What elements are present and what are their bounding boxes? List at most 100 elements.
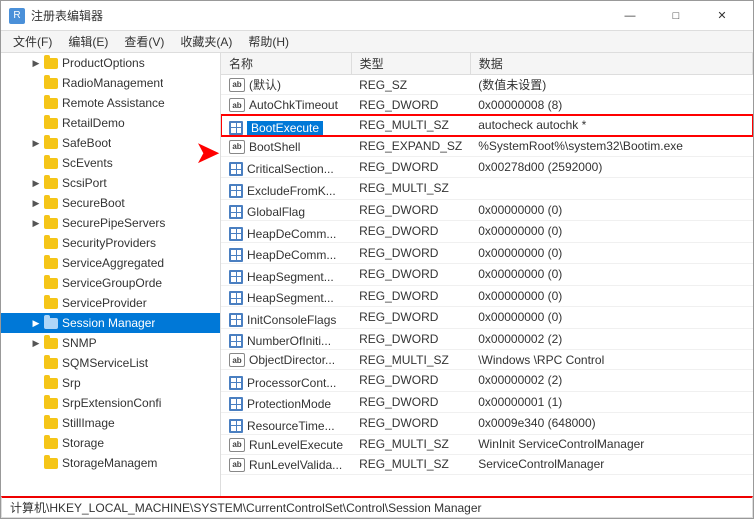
cell-type: REG_DWORD — [351, 199, 470, 221]
cell-type: REG_DWORD — [351, 95, 470, 115]
tree-item-11[interactable]: ServiceGroupOrde — [1, 273, 220, 293]
tree-arrow: ▶ — [29, 336, 43, 350]
table-row[interactable]: ExcludeFromK...REG_MULTI_SZ — [221, 178, 753, 200]
cell-type: REG_SZ — [351, 75, 470, 95]
grid-icon — [229, 121, 243, 135]
tree-item-label: SecureBoot — [62, 196, 125, 210]
maximize-button[interactable]: □ — [653, 1, 699, 31]
tree-item-label: ScEvents — [62, 156, 113, 170]
table-row[interactable]: HeapSegment...REG_DWORD0x00000000 (0) — [221, 264, 753, 286]
tree-item-13[interactable]: ▶Session Manager — [1, 313, 220, 333]
table-row[interactable]: GlobalFlagREG_DWORD0x00000000 (0) — [221, 199, 753, 221]
type-icon: GlobalFlag — [229, 205, 305, 219]
table-row[interactable]: BootExecuteREG_MULTI_SZautocheck autochk… — [221, 115, 753, 137]
tree-item-6[interactable]: ▶ScsiPort — [1, 173, 220, 193]
ab-icon: ab — [229, 98, 245, 112]
close-button[interactable]: ✕ — [699, 1, 745, 31]
menu-favorites[interactable]: 收藏夹(A) — [172, 31, 240, 52]
tree-item-12[interactable]: ServiceProvider — [1, 293, 220, 313]
grid-icon — [229, 334, 243, 348]
tree-item-16[interactable]: Srp — [1, 373, 220, 393]
table-row[interactable]: abBootShellREG_EXPAND_SZ%SystemRoot%\sys… — [221, 136, 753, 156]
tree-item-17[interactable]: SrpExtensionConfi — [1, 393, 220, 413]
tree-item-label: Srp — [62, 376, 81, 390]
tree-item-10[interactable]: ServiceAggregated — [1, 253, 220, 273]
grid-icon — [229, 227, 243, 241]
cell-data: 0x00278d00 (2592000) — [470, 156, 752, 178]
cell-name: HeapSegment... — [221, 264, 351, 286]
folder-icon — [43, 236, 59, 250]
cell-type: REG_MULTI_SZ — [351, 454, 470, 474]
tree-item-14[interactable]: ▶SNMP — [1, 333, 220, 353]
tree-arrow — [29, 276, 43, 290]
name-text: HeapDeComm... — [247, 248, 336, 262]
tree-item-4[interactable]: ▶SafeBoot — [1, 133, 220, 153]
tree-item-3[interactable]: RetailDemo — [1, 113, 220, 133]
cell-data: %SystemRoot%\system32\Bootim.exe — [470, 136, 752, 156]
menu-help[interactable]: 帮助(H) — [240, 31, 297, 52]
table-row[interactable]: ProtectionModeREG_DWORD0x00000001 (1) — [221, 391, 753, 413]
menu-edit[interactable]: 编辑(E) — [60, 31, 116, 52]
values-table: 名称 类型 数据 ab(默认)REG_SZ(数值未设置)abAutoChkTim… — [221, 53, 753, 475]
tree-item-0[interactable]: ▶ProductOptions — [1, 53, 220, 73]
name-text: (默认) — [249, 76, 281, 93]
tree-item-label: RetailDemo — [62, 116, 125, 130]
ab-icon: ab — [229, 353, 245, 367]
cell-name: abRunLevelValida... — [221, 454, 351, 474]
cell-data: 0x00000008 (8) — [470, 95, 752, 115]
table-row[interactable]: HeapDeComm...REG_DWORD0x00000000 (0) — [221, 242, 753, 264]
table-row[interactable]: HeapSegment...REG_DWORD0x00000000 (0) — [221, 285, 753, 307]
tree-item-label: SrpExtensionConfi — [62, 396, 161, 410]
col-type[interactable]: 类型 — [351, 53, 470, 75]
table-row[interactable]: InitConsoleFlagsREG_DWORD0x00000000 (0) — [221, 307, 753, 329]
cell-type: REG_DWORD — [351, 221, 470, 243]
cell-data — [470, 178, 752, 200]
tree-item-2[interactable]: Remote Assistance — [1, 93, 220, 113]
table-row[interactable]: CriticalSection...REG_DWORD0x00278d00 (2… — [221, 156, 753, 178]
folder-icon — [43, 256, 59, 270]
ab-icon: ab — [229, 438, 245, 452]
table-row[interactable]: abObjectDirector...REG_MULTI_SZ\Windows … — [221, 350, 753, 370]
grid-icon — [229, 205, 243, 219]
cell-name: abRunLevelExecute — [221, 434, 351, 454]
tree-item-19[interactable]: Storage — [1, 433, 220, 453]
table-row[interactable]: ab(默认)REG_SZ(数值未设置) — [221, 75, 753, 95]
table-row[interactable]: abAutoChkTimeoutREG_DWORD0x00000008 (8) — [221, 95, 753, 115]
table-row[interactable]: abRunLevelExecuteREG_MULTI_SZWinInit Ser… — [221, 434, 753, 454]
menu-file[interactable]: 文件(F) — [5, 31, 60, 52]
tree-item-label: StorageManagem — [62, 456, 157, 470]
tree-item-8[interactable]: ▶SecurePipeServers — [1, 213, 220, 233]
name-text: ProcessorCont... — [247, 376, 336, 390]
cell-data: ServiceControlManager — [470, 454, 752, 474]
tree-item-9[interactable]: SecurityProviders — [1, 233, 220, 253]
tree-item-15[interactable]: SQMServiceList — [1, 353, 220, 373]
tree-item-7[interactable]: ▶SecureBoot — [1, 193, 220, 213]
tree-item-18[interactable]: StillImage — [1, 413, 220, 433]
menu-view[interactable]: 查看(V) — [116, 31, 172, 52]
ab-icon: ab — [229, 140, 245, 154]
ab-icon: ab — [229, 458, 245, 472]
type-icon: HeapDeComm... — [229, 227, 336, 241]
registry-values[interactable]: 名称 类型 数据 ab(默认)REG_SZ(数值未设置)abAutoChkTim… — [221, 53, 753, 496]
col-data[interactable]: 数据 — [470, 53, 752, 75]
folder-icon — [43, 96, 59, 110]
table-row[interactable]: ResourceTime...REG_DWORD0x0009e340 (6480… — [221, 413, 753, 435]
cell-data: 0x00000002 (2) — [470, 328, 752, 350]
type-icon: BootExecute — [229, 121, 323, 135]
tree-item-5[interactable]: ScEvents — [1, 153, 220, 173]
tree-arrow — [29, 236, 43, 250]
col-name[interactable]: 名称 — [221, 53, 351, 75]
tree-item-1[interactable]: RadioManagement — [1, 73, 220, 93]
name-text: HeapSegment... — [247, 270, 334, 284]
table-row[interactable]: HeapDeComm...REG_DWORD0x00000000 (0) — [221, 221, 753, 243]
tree-arrow — [29, 296, 43, 310]
cell-type: REG_MULTI_SZ — [351, 350, 470, 370]
tree-item-label: ProductOptions — [62, 56, 145, 70]
table-row[interactable]: ProcessorCont...REG_DWORD0x00000002 (2) — [221, 370, 753, 392]
table-row[interactable]: NumberOfIniti...REG_DWORD0x00000002 (2) — [221, 328, 753, 350]
tree-item-20[interactable]: StorageManagem — [1, 453, 220, 473]
tree-item-label: ScsiPort — [62, 176, 107, 190]
registry-tree[interactable]: ▶ProductOptions RadioManagement Remote A… — [1, 53, 221, 496]
table-row[interactable]: abRunLevelValida...REG_MULTI_SZServiceCo… — [221, 454, 753, 474]
minimize-button[interactable]: — — [607, 1, 653, 31]
